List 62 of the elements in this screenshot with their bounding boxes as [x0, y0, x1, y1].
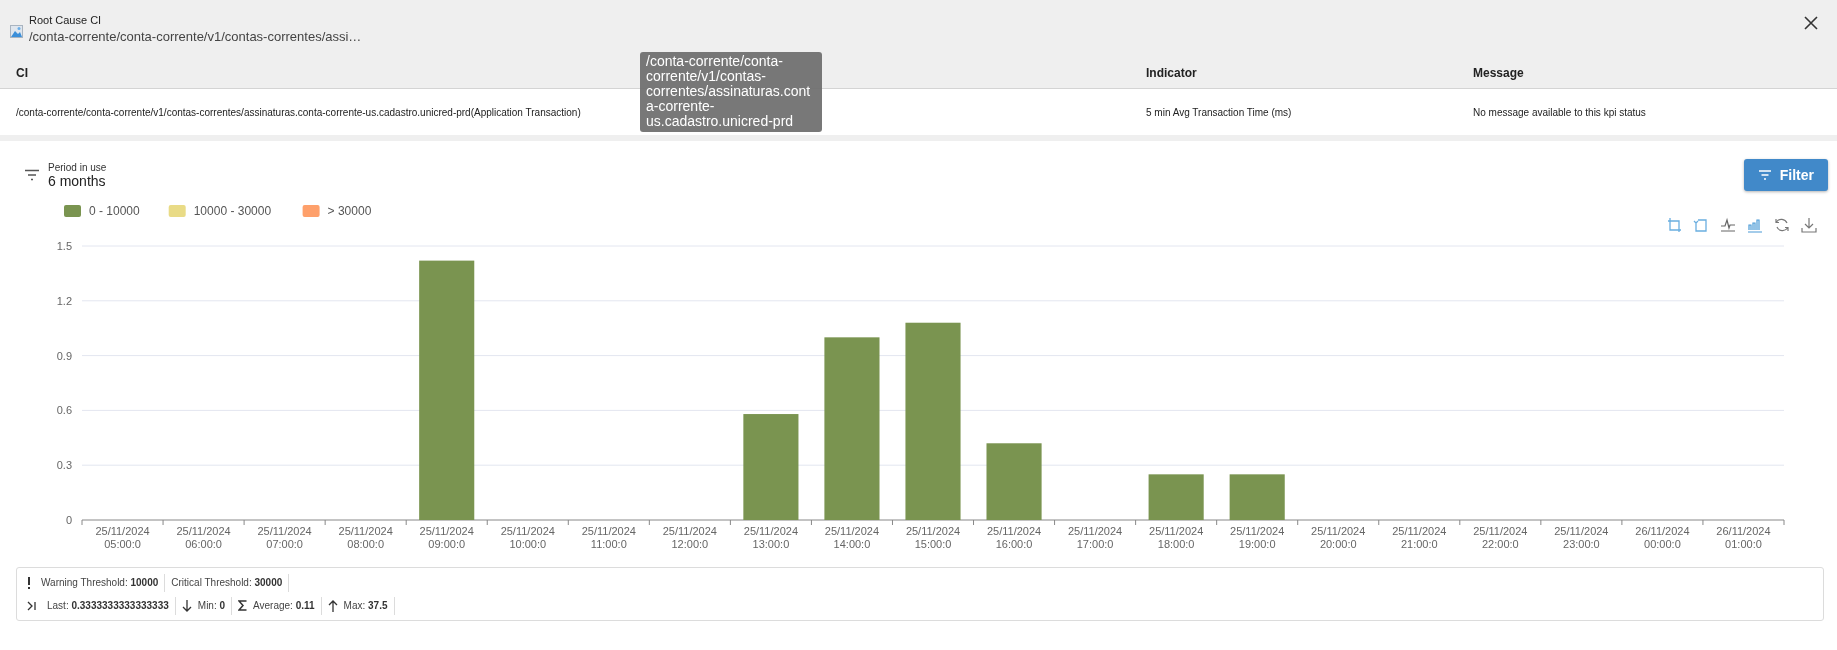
filter-button[interactable]: Filter — [1743, 159, 1828, 191]
x-tick-label: 25/11/2024 15:00:0 — [905, 525, 961, 550]
y-tick-label: 0.6 — [56, 404, 72, 417]
period-label: Period in use — [48, 161, 107, 173]
down-arrow-icon — [181, 599, 192, 612]
x-tick-label: 25/11/2024 19:00:0 — [1230, 525, 1285, 550]
stat-text: Warning Threshold: 10000 — [41, 577, 159, 588]
ci-path: /conta-corrente/conta-corrente/v1/contas-correntes/assi… — [29, 29, 362, 44]
x-tick-label: 26/11/2024 01:00:0 — [1716, 525, 1771, 550]
x-tick-label: 25/11/2024 11:00:0 — [581, 525, 636, 550]
table-cell: No message available to this kpi status — [1473, 106, 1646, 118]
stat-text: Average: 0.11 — [253, 600, 315, 611]
exclamation-icon — [27, 576, 31, 589]
x-tick-label: 25/11/2024 07:00:0 — [257, 525, 312, 550]
legend-label: 0 - 10000 — [89, 204, 140, 218]
stat-text: Max: 37.5 — [343, 600, 388, 611]
y-tick-label: 0.9 — [56, 349, 72, 362]
stat-text: Min: 0 — [197, 600, 226, 611]
last-icon — [27, 600, 37, 611]
period-value: 6 months — [48, 172, 107, 189]
x-tick-label: 25/11/2024 10:00:0 — [500, 525, 555, 550]
stat-text: Critical Threshold: 30000 — [171, 577, 283, 588]
close-icon[interactable] — [1803, 15, 1819, 31]
x-tick-label: 25/11/2024 18:00:0 — [1149, 525, 1204, 550]
filter-icon — [1757, 170, 1772, 180]
legend-label: > 30000 — [327, 204, 372, 218]
x-tick-label: 25/11/2024 22:00:0 — [1473, 525, 1528, 550]
x-tick-label: 25/11/2024 13:00:0 — [743, 525, 799, 550]
legend-label: 10000 - 30000 — [193, 204, 272, 218]
x-tick-label: 25/11/2024 14:00:0 — [824, 525, 880, 550]
table-cell: /conta-corrente/conta-corrente/v1/contas-correntes/assinaturas.conta-corrente-us.cadastro.unicred-prd(Application Transaction) — [16, 106, 581, 118]
refresh-icon[interactable] — [1775, 218, 1789, 232]
download-icon[interactable] — [1801, 217, 1817, 233]
up-arrow-icon — [327, 599, 338, 612]
x-tick-label: 25/11/2024 23:00:0 — [1554, 525, 1609, 550]
undo-icon[interactable] — [1693, 219, 1707, 232]
column-header: CI — [16, 66, 28, 80]
x-tick-label: 25/11/2024 16:00:0 — [986, 525, 1042, 550]
x-tick-label: 25/11/2024 08:00:0 — [338, 525, 393, 550]
table-cell: 5 min Avg Transaction Time (ms) — [1146, 106, 1292, 118]
x-tick-label: 25/11/2024 21:00:0 — [1392, 525, 1447, 550]
column-header: Message — [1473, 66, 1524, 80]
y-tick-label: 0.3 — [56, 459, 72, 472]
x-tick-label: 26/11/2024 00:00:0 — [1635, 525, 1690, 550]
x-tick-label: 25/11/2024 12:00:0 — [662, 525, 717, 550]
y-tick-label: 0 — [65, 514, 72, 526]
x-tick-label: 25/11/2024 20:00:0 — [1311, 525, 1366, 550]
x-tick-label: 25/11/2024 09:00:0 — [419, 525, 474, 550]
bar-chart-icon[interactable] — [1747, 219, 1763, 233]
line-chart-icon[interactable] — [1720, 217, 1736, 232]
dialog-title: Root Cause CI — [29, 14, 103, 26]
sigma-icon — [238, 600, 248, 611]
x-tick-label: 25/11/2024 05:00:0 — [95, 525, 150, 550]
filter-icon — [24, 169, 40, 181]
column-header: Indicator — [1146, 66, 1197, 80]
y-tick-label: 1.2 — [56, 294, 72, 307]
tooltip: /conta-corrente/conta-corrente/v1/contas-correntes/assinaturas.conta-corrente-us.cadastro.unicred-prd — [640, 52, 822, 132]
y-tick-label: 1.5 — [56, 240, 72, 252]
image-icon — [10, 24, 23, 38]
stat-text: Last: 0.3333333333333333 — [47, 600, 169, 611]
x-tick-label: 25/11/2024 17:00:0 — [1067, 525, 1123, 550]
x-tick-label: 25/11/2024 06:00:0 — [176, 525, 231, 550]
